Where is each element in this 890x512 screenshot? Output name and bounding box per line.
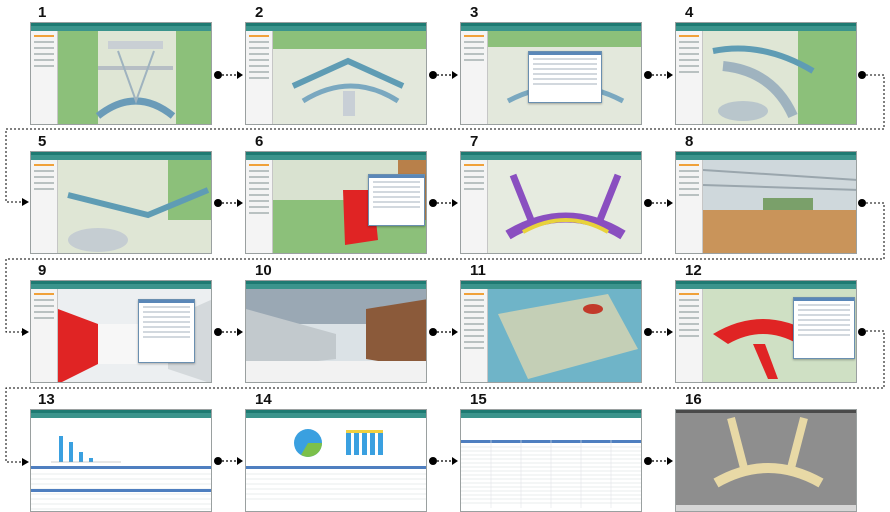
connector-dot (429, 71, 437, 79)
connector-dot (644, 71, 652, 79)
step-number: 15 (470, 391, 487, 408)
step-2-screenshot (245, 22, 427, 125)
connector-dot (214, 328, 222, 336)
wrap-arrowhead-row2 (22, 198, 29, 206)
connector-arrowhead (237, 199, 243, 207)
step-number: 4 (685, 4, 694, 21)
step-13-screenshot (30, 409, 212, 512)
connector-dot (858, 328, 866, 336)
connector-dot (214, 71, 222, 79)
step-number: 2 (255, 4, 264, 21)
step-number: 14 (255, 391, 272, 408)
step-number: 12 (685, 262, 702, 279)
step-7-screenshot (460, 151, 642, 254)
data-table-view (461, 418, 641, 511)
step-number: 10 (255, 262, 272, 279)
connector-arrowhead (452, 328, 458, 336)
step-5-screenshot (30, 151, 212, 254)
connector-arrowhead (452, 199, 458, 207)
data-dialog (528, 51, 602, 103)
concourse-perspective-view (703, 31, 856, 124)
step-number: 5 (38, 133, 47, 150)
step-number: 6 (255, 133, 264, 150)
connector-arrowhead (237, 71, 243, 79)
connector-dot (429, 457, 437, 465)
step-number: 1 (38, 4, 47, 21)
airport-aerial-view (58, 31, 211, 124)
step-1-screenshot (30, 22, 212, 125)
step-12-screenshot (675, 280, 857, 383)
step-3-screenshot (460, 22, 642, 125)
connector-dot (214, 199, 222, 207)
connector-dot (858, 199, 866, 207)
connector-arrowhead (452, 457, 458, 465)
step-14-screenshot (245, 409, 427, 512)
step-6-screenshot (245, 151, 427, 254)
connector-arrowhead (452, 71, 458, 79)
property-dialog (138, 299, 195, 363)
connector-dot (644, 199, 652, 207)
zone-colored-floor-plan (488, 160, 641, 253)
connector-dot (858, 71, 866, 79)
step-number: 7 (470, 133, 479, 150)
step-number: 11 (470, 262, 486, 279)
connector-dot (429, 328, 437, 336)
statistics-bar-chart-table (31, 418, 211, 511)
step-number: 16 (685, 391, 702, 408)
exterior-building-view (246, 289, 426, 382)
property-dialog (793, 297, 855, 359)
connector-dot (644, 328, 652, 336)
step-number: 9 (38, 262, 47, 279)
connector-arrowhead (237, 328, 243, 336)
interior-hall-view (703, 160, 856, 253)
step-15-screenshot (460, 409, 642, 512)
terminal-oblique-view (58, 160, 211, 253)
step-9-screenshot (30, 280, 212, 383)
step-number: 8 (685, 133, 694, 150)
connector-arrowhead (667, 71, 673, 79)
wrap-arrowhead-row3 (22, 328, 29, 336)
step-16-screenshot (675, 409, 857, 512)
cad-floor-plan-view (676, 413, 856, 511)
connector-arrowhead (237, 457, 243, 465)
terminal-aerial-view (273, 31, 426, 124)
step-8-screenshot (675, 151, 857, 254)
connector-dot (429, 199, 437, 207)
statistics-pie-and-bar-chart (246, 418, 426, 511)
step-number: 13 (38, 391, 55, 408)
connector-dot (644, 457, 652, 465)
island-satellite-view (488, 289, 641, 382)
step-4-screenshot (675, 22, 857, 125)
wrap-arrowhead-row4 (22, 458, 29, 466)
connector-arrowhead (667, 457, 673, 465)
step-11-screenshot (460, 280, 642, 383)
connector-arrowhead (667, 328, 673, 336)
property-dialog (368, 174, 425, 226)
step-10-screenshot (245, 280, 427, 383)
connector-arrowhead (667, 199, 673, 207)
step-number: 3 (470, 4, 479, 21)
connector-dot (214, 457, 222, 465)
